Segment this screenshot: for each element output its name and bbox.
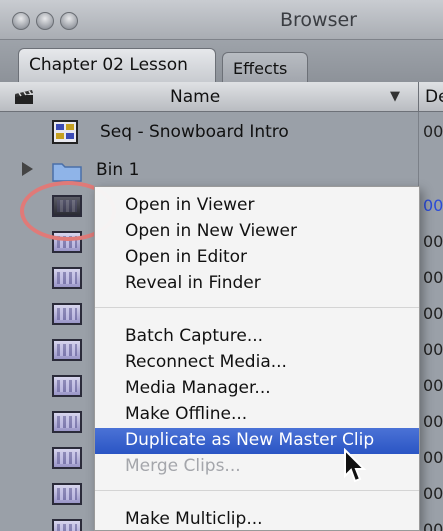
column-divider[interactable] — [418, 82, 419, 112]
duration-column-header[interactable]: De — [425, 87, 443, 107]
clip-icon[interactable] — [52, 267, 82, 289]
browser-tabs: Chapter 02 Lesson Effects — [0, 40, 443, 82]
clapperboard-icon — [15, 90, 33, 104]
window-title-bar: Browser — [0, 0, 443, 40]
list-item-label: Seq - Snowboard Intro — [100, 122, 289, 142]
folder-icon — [52, 163, 82, 182]
close-window-icon[interactable] — [12, 12, 30, 30]
clip-icon[interactable] — [52, 375, 82, 397]
menu-item-batch-capture[interactable]: Batch Capture... — [95, 324, 419, 350]
clip-duration: 00 — [423, 412, 443, 431]
clip-duration: 00 — [423, 484, 443, 503]
name-column-header[interactable]: Name — [170, 87, 220, 107]
menu-item-reveal-in-finder[interactable]: Reveal in Finder — [95, 271, 419, 297]
menu-item-reconnect-media[interactable]: Reconnect Media... — [95, 350, 419, 376]
menu-item-open-in-viewer[interactable]: Open in Viewer — [95, 193, 419, 219]
context-menu: Open in Viewer Open in New Viewer Open i… — [94, 186, 420, 531]
clip-duration: 00 — [423, 376, 443, 395]
clip-duration: 00 — [423, 232, 443, 251]
menu-item-duplicate-as-new-master-clip[interactable]: Duplicate as New Master Clip — [95, 428, 419, 454]
menu-item-open-in-editor[interactable]: Open in Editor — [95, 245, 419, 271]
window-title: Browser — [280, 9, 357, 31]
tab-effects[interactable]: Effects — [222, 52, 308, 82]
list-item-label: Bin 1 — [96, 160, 140, 180]
clip-icon[interactable] — [52, 447, 82, 469]
list-item[interactable]: Seq - Snowboard Intro 00 — [0, 114, 443, 150]
sequence-icon — [52, 120, 78, 144]
disclosure-triangle-icon[interactable] — [22, 162, 33, 176]
mouse-pointer-icon — [344, 448, 367, 483]
clip-duration: 00 — [423, 268, 443, 287]
column-header-row: Name ▼ De — [0, 82, 443, 112]
clip-duration: 00 — [423, 448, 443, 467]
clip-icon[interactable] — [52, 411, 82, 433]
clip-icon[interactable] — [52, 339, 82, 361]
menu-item-media-manager[interactable]: Media Manager... — [95, 376, 419, 402]
menu-item-make-offline[interactable]: Make Offline... — [95, 402, 419, 428]
clip-duration: 00 — [423, 340, 443, 359]
list-item-duration: 00 — [423, 122, 443, 141]
menu-separator — [95, 490, 419, 491]
clip-duration: 00 — [423, 196, 443, 215]
clip-icon[interactable] — [52, 303, 82, 325]
clip-icon[interactable] — [52, 483, 82, 505]
menu-item-make-multiclip[interactable]: Make Multiclip... — [95, 507, 419, 531]
tab-chapter-02-lesson[interactable]: Chapter 02 Lesson — [18, 48, 216, 82]
menu-item-open-in-new-viewer[interactable]: Open in New Viewer — [95, 219, 419, 245]
zoom-window-icon[interactable] — [60, 12, 78, 30]
clip-duration: 00 — [423, 304, 443, 323]
clip-icon[interactable] — [52, 519, 82, 531]
sort-down-icon[interactable]: ▼ — [390, 89, 400, 104]
clip-duration: 00 — [423, 520, 443, 531]
menu-separator — [95, 307, 419, 308]
menu-item-merge-clips: Merge Clips... — [125, 456, 241, 476]
minimize-window-icon[interactable] — [36, 12, 54, 30]
